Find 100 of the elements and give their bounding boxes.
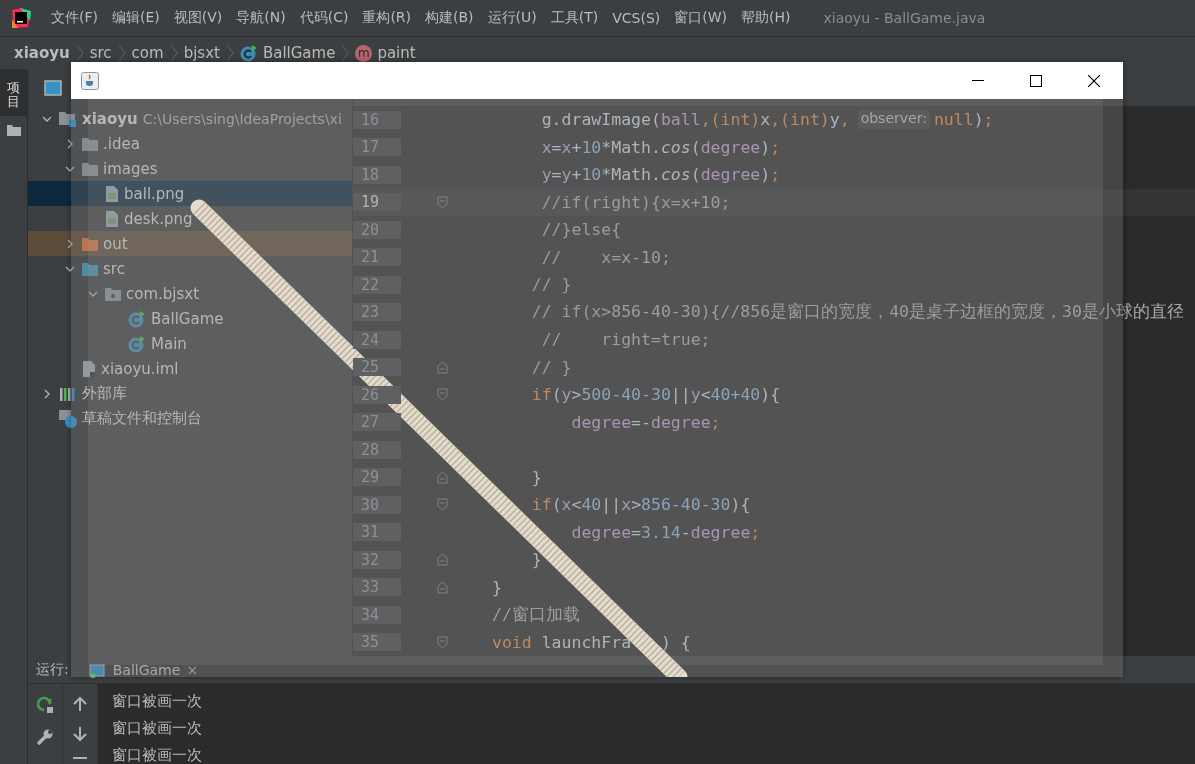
code-text: ; — [770, 137, 781, 157]
library-icon — [59, 385, 77, 402]
menu-item[interactable]: 视图(V) — [166, 9, 230, 27]
tree-item[interactable]: xiaoyu C:\Users\sing\IdeaProjects\xi — [40, 109, 342, 128]
tree-label: BallGame — [151, 309, 224, 328]
class-icon — [128, 334, 146, 353]
code-text: ) — [760, 137, 771, 157]
code-text: null — [933, 110, 974, 130]
fold-marker-icon[interactable] — [437, 470, 448, 484]
code-text: = — [631, 522, 642, 542]
code-text: > — [571, 385, 582, 405]
up-arrow-icon[interactable] — [73, 696, 87, 712]
console-output-line: 窗口被画一次 — [112, 745, 202, 764]
code-text: x — [621, 495, 632, 515]
tree-label: xiaoyu.iml — [101, 359, 179, 378]
run-label: 运行: — [36, 660, 69, 679]
tree-item[interactable]: images — [63, 159, 158, 178]
code-text: 40 — [581, 495, 602, 515]
module-icon — [59, 110, 77, 127]
code-text: ) — [760, 165, 771, 185]
code-text: ball — [660, 110, 701, 130]
code-text: ,(int) — [700, 110, 761, 130]
run-tab-label: BallGame — [112, 661, 181, 678]
breadcrumb-item[interactable]: xiaoyu — [14, 44, 70, 62]
menu-item[interactable]: VCS(S) — [605, 10, 668, 26]
fold-marker-icon[interactable] — [437, 635, 448, 649]
breadcrumb-item[interactable]: BallGame — [239, 44, 336, 62]
scratch-icon — [59, 409, 77, 428]
code-text: ){ — [760, 385, 781, 405]
package-icon — [105, 286, 121, 301]
minus-icon[interactable] — [73, 756, 87, 760]
fold-marker-icon[interactable] — [437, 388, 448, 402]
code-text: degree — [571, 412, 632, 432]
menu-item[interactable]: 导航(N) — [229, 9, 293, 27]
code-text: || — [670, 385, 691, 405]
breadcrumb-item[interactable]: m paint — [355, 44, 416, 62]
menu-item[interactable]: 构建(B) — [418, 9, 481, 27]
menu-item[interactable]: 文件(F) — [44, 9, 105, 27]
tree-label: out — [103, 234, 128, 253]
tree-item[interactable]: BallGame — [109, 309, 224, 328]
code-text: // right=true; — [541, 330, 711, 350]
code-text: x — [760, 110, 771, 130]
class-icon — [239, 44, 258, 62]
code-text: 10 — [581, 165, 602, 185]
wrench-icon[interactable] — [36, 728, 54, 746]
tree-item[interactable]: 草稿文件和控制台 — [40, 409, 202, 428]
image-file-icon — [105, 210, 119, 227]
tree-label: com.bjsxt — [126, 284, 200, 303]
code-text: = — [551, 137, 562, 157]
code-text: ) { — [660, 632, 691, 652]
code-text: // x=x-10; — [541, 247, 671, 267]
tree-item[interactable]: com.bjsxt — [86, 284, 200, 303]
folder-icon — [82, 236, 98, 251]
code-text: g.drawImage( — [541, 110, 661, 130]
run-tab[interactable]: BallGame × — [88, 661, 199, 678]
code-text: //窗口加载 — [492, 603, 580, 626]
code-text: degree — [690, 522, 751, 542]
menu-item[interactable]: 运行(U) — [480, 9, 544, 27]
folder-icon — [82, 136, 98, 151]
code-text: observer: — [857, 110, 930, 130]
fold-marker-icon[interactable] — [437, 195, 448, 209]
menu-item[interactable]: 重构(R) — [355, 9, 419, 27]
tree-item[interactable]: .idea — [63, 134, 140, 153]
fold-marker-icon[interactable] — [437, 580, 448, 594]
tree-item[interactable]: out — [63, 234, 128, 253]
menu-item[interactable]: 编辑(E) — [105, 9, 167, 27]
code-text: cos — [660, 165, 691, 185]
menu-item[interactable]: 帮助(H) — [734, 9, 798, 27]
code-text: 40+40 — [710, 385, 761, 405]
code-text: ( — [690, 165, 701, 185]
panel-icon — [44, 79, 62, 96]
tree-item[interactable]: 外部库 — [40, 384, 127, 403]
tree-item[interactable]: xiaoyu.iml — [63, 359, 179, 378]
menu-item[interactable]: 窗口(W) — [667, 9, 735, 27]
code-text: 856-40-30 — [641, 495, 731, 515]
code-text: degree — [650, 412, 711, 432]
tree-item[interactable]: src — [63, 259, 125, 278]
breadcrumb-item[interactable]: bjsxt — [183, 44, 220, 62]
tree-label: 草稿文件和控制台 — [82, 409, 202, 428]
code-text: degree — [700, 165, 761, 185]
down-arrow-icon[interactable] — [73, 726, 87, 742]
code-text: =- — [631, 412, 651, 432]
breadcrumb-item[interactable]: com — [131, 44, 164, 62]
tree-label: xiaoyu — [82, 109, 138, 128]
code-text: } — [531, 467, 542, 487]
code-text: y — [561, 385, 572, 405]
fold-marker-icon[interactable] — [437, 360, 448, 374]
rerun-icon[interactable] — [36, 696, 54, 714]
fold-marker-icon[interactable] — [437, 553, 448, 567]
menu-item[interactable]: 工具(T) — [543, 9, 606, 27]
project-tool-tab[interactable]: 项目 — [0, 69, 27, 116]
tree-item[interactable]: Main — [109, 334, 187, 353]
tree-item[interactable]: desk.png — [86, 209, 193, 228]
code-text: cos — [660, 137, 691, 157]
close-tab-button[interactable]: × — [186, 661, 199, 678]
fold-marker-icon[interactable] — [437, 498, 448, 512]
menu-item[interactable]: 代码(C) — [292, 9, 356, 27]
project-path: C:\Users\sing\IdeaProjects\xi — [142, 110, 342, 127]
breadcrumb-item[interactable]: src — [89, 44, 112, 62]
code-text: + — [571, 165, 582, 185]
